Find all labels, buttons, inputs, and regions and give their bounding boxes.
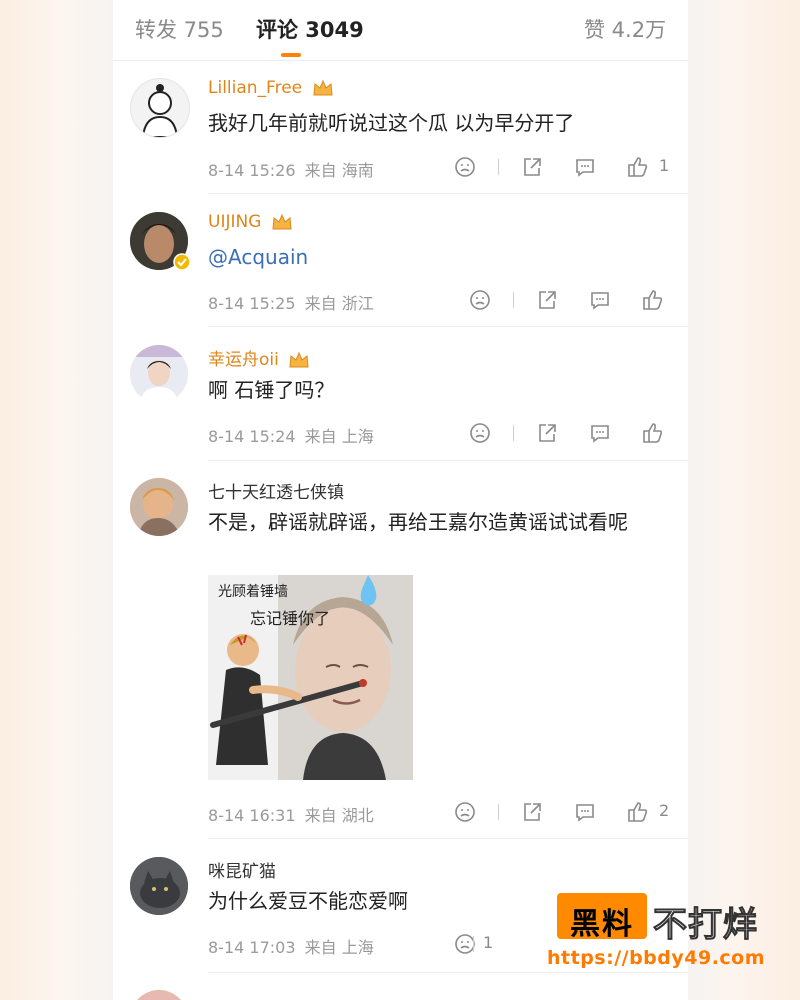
comment-icon[interactable] — [588, 421, 612, 445]
avatar-image — [130, 345, 188, 403]
share-icon[interactable] — [520, 800, 544, 824]
comment-location: 来自 海南 — [304, 161, 374, 180]
tab-likes[interactable]: 赞 4.2万 — [584, 14, 666, 44]
sticker-caption-main: 忘记锤你了 — [250, 609, 331, 628]
comment-icon[interactable] — [588, 288, 612, 312]
avatar[interactable] — [130, 478, 188, 536]
username-text: UIJING — [208, 212, 262, 232]
like-count: 1 — [659, 156, 670, 175]
username[interactable]: Lillian_Free — [208, 78, 334, 98]
comment-divider — [208, 193, 688, 194]
dislike-icon[interactable] — [468, 288, 492, 312]
tab-repost[interactable]: 转发 755 — [135, 14, 224, 44]
comment-location: 来自 湖北 — [304, 806, 374, 825]
comment-time: 8-14 15:25 — [208, 294, 296, 313]
comment-meta: 8-14 15:24 来自 上海 — [208, 423, 374, 447]
comment-divider — [208, 326, 688, 327]
avatar-image — [141, 84, 179, 137]
crown-icon — [272, 213, 292, 230]
username[interactable]: 七十天红透七侠镇 — [208, 478, 344, 503]
comment-actions — [468, 288, 688, 314]
comment-actions: 2 — [453, 800, 678, 826]
sticker-image[interactable]: 光顾着锤墙 忘记锤你了 — [208, 575, 413, 780]
share-icon[interactable] — [535, 421, 559, 445]
comment-actions — [468, 421, 688, 447]
avatar-image — [130, 857, 188, 915]
watermark-logo-box: 黑料 — [557, 893, 647, 942]
dislike-icon[interactable] — [453, 155, 477, 179]
like-count: 2 — [659, 801, 670, 820]
watermark-logo-text: 黑料 — [570, 907, 634, 942]
username-text: 幸运舟oii — [208, 350, 279, 370]
avatar[interactable] — [130, 857, 188, 915]
comment-divider — [208, 838, 688, 839]
username-text: Lillian_Free — [208, 78, 303, 98]
comment-location: 来自 上海 — [304, 938, 374, 957]
active-tab-indicator — [281, 53, 301, 57]
dislike-icon[interactable] — [453, 800, 477, 824]
like-count: 1 — [483, 933, 494, 952]
weibo-comment-page: 转发 755 评论 3049 赞 4.2万 Lillian_Free 我好几年前… — [113, 0, 688, 1000]
avatar-image — [130, 478, 188, 536]
avatar[interactable] — [130, 990, 188, 1000]
comment-text: 不是，辟谣就辟谣，再给王嘉尔造黄谣试试看呢 — [208, 510, 628, 534]
comment-mention[interactable]: @Acquain — [208, 242, 648, 272]
action-divider — [513, 292, 514, 308]
crown-icon — [289, 351, 309, 368]
action-divider — [513, 425, 514, 441]
username[interactable]: UIJING — [208, 212, 293, 232]
comment-meta: 8-14 17:03 来自 上海 — [208, 934, 374, 958]
watermark-slogan: 不打烊 — [653, 905, 758, 946]
action-divider — [498, 159, 499, 175]
comment-meta: 8-14 15:25 来自 浙江 — [208, 290, 374, 314]
tab-bar: 转发 755 评论 3049 赞 4.2万 — [113, 0, 688, 60]
sticker-caption-top: 光顾着锤墙 — [218, 584, 288, 600]
share-icon[interactable] — [535, 288, 559, 312]
comment-meta: 8-14 15:26 来自 海南 — [208, 157, 374, 181]
site-watermark: 黑料 不打烊 https://bbdy49.com — [545, 893, 785, 973]
comment-location: 来自 浙江 — [304, 294, 374, 313]
comment-time: 8-14 15:24 — [208, 427, 296, 446]
crown-icon — [312, 79, 333, 96]
comment-time: 8-14 15:26 — [208, 161, 296, 180]
share-icon[interactable] — [520, 155, 544, 179]
watermark-url: https://bbdy49.com — [547, 947, 766, 969]
avatar[interactable] — [130, 78, 190, 138]
like-icon[interactable] — [641, 421, 665, 445]
tab-comments[interactable]: 评论 3049 — [256, 14, 364, 44]
dislike-icon[interactable] — [468, 421, 492, 445]
comment-meta: 8-14 16:31 来自 湖北 — [208, 802, 374, 826]
tabs-divider — [113, 60, 688, 61]
verified-badge-icon — [173, 253, 191, 271]
comment-time: 8-14 16:31 — [208, 806, 296, 825]
comment-actions: 1 — [453, 155, 678, 181]
comment-time: 8-14 17:03 — [208, 938, 296, 957]
comment-icon[interactable] — [573, 800, 597, 824]
action-divider — [498, 804, 499, 820]
avatar[interactable] — [130, 345, 188, 403]
like-icon[interactable] — [626, 800, 650, 824]
username[interactable]: 幸运舟oii — [208, 345, 310, 370]
like-icon[interactable] — [641, 288, 665, 312]
comment-text: 我好几年前就听说过这个瓜 以为早分开了 — [208, 111, 575, 135]
like-icon[interactable] — [626, 155, 650, 179]
comment-divider — [208, 460, 688, 461]
username[interactable]: 咪昆矿猫 — [208, 857, 276, 882]
comment-icon[interactable] — [573, 155, 597, 179]
action-divider — [473, 936, 474, 952]
comment-text: 啊 石锤了吗？ — [208, 378, 335, 402]
comment-location: 来自 上海 — [304, 427, 374, 446]
